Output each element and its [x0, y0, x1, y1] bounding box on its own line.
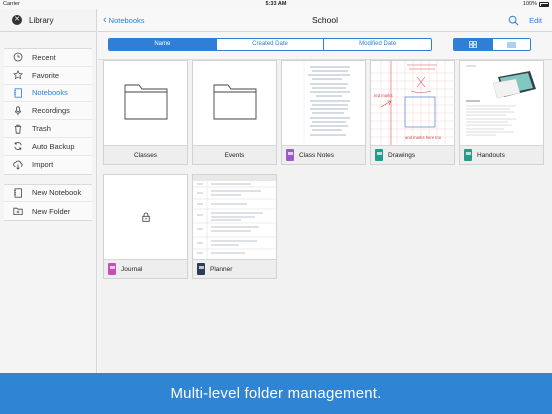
- notebook-cover-icon: [197, 263, 205, 275]
- item-caption: Events: [193, 145, 276, 164]
- star-icon: [13, 70, 23, 80]
- clock-icon: [13, 52, 23, 62]
- grid-view-icon: [468, 41, 477, 48]
- sidebar: ✕ Library Recent Favorite Notebooks Reco…: [0, 9, 97, 373]
- folder-thumbnail: [104, 61, 187, 145]
- drawing-note-left: red marks: [374, 93, 393, 98]
- lock-icon: [142, 212, 150, 222]
- item-label: Handouts: [477, 151, 505, 159]
- sidebar-item-recordings[interactable]: Recordings: [4, 102, 92, 121]
- item-caption: Classes: [104, 145, 187, 164]
- item-caption: Drawings: [371, 145, 454, 164]
- library-menu: Recent Favorite Notebooks Recordings Tra…: [4, 48, 92, 175]
- notebook-cover-icon: [108, 263, 116, 275]
- new-folder-button[interactable]: New Folder: [4, 202, 92, 220]
- notebook-class-notes[interactable]: Class Notes: [281, 60, 366, 165]
- notebook-planner[interactable]: Planner: [192, 174, 277, 279]
- sidebar-item-label: Notebooks: [32, 88, 68, 98]
- item-caption: Planner: [193, 259, 276, 278]
- handwritten-page-thumbnail: [282, 61, 365, 145]
- sidebar-item-label: Favorite: [32, 70, 60, 80]
- nav-bar: ‹ Notebooks School Edit: [98, 9, 552, 32]
- folder-thumbnail: [193, 61, 276, 145]
- microphone-icon: [13, 106, 23, 116]
- list-view-icon: [506, 42, 516, 47]
- sidebar-item-import[interactable]: Import: [4, 156, 92, 174]
- locked-page-thumbnail: [104, 175, 187, 259]
- sort-by-created-tab[interactable]: Created Date: [216, 39, 325, 50]
- notebook-grid: Classes Events Class Notes red marks and…: [103, 60, 552, 280]
- drawing-note-bottom: and marks here too: [405, 135, 442, 140]
- drawing-page-thumbnail: red marks and marks here too: [371, 61, 454, 145]
- library-header[interactable]: ✕ Library: [0, 9, 96, 32]
- item-label: Planner: [210, 265, 233, 273]
- item-label: Events: [224, 151, 245, 159]
- ipad-illustration: [492, 71, 536, 99]
- clock-label: 5:33 AM: [265, 1, 287, 7]
- item-label: Journal: [121, 265, 143, 273]
- sort-by-modified-tab[interactable]: Modified Date: [324, 39, 431, 50]
- planner-preview: [193, 175, 276, 259]
- create-menu: New Notebook New Folder: [4, 183, 92, 222]
- page-title: School: [312, 15, 338, 25]
- notebook-icon: [13, 88, 23, 98]
- folder-classes[interactable]: Classes: [103, 60, 188, 165]
- new-notebook-label: New Notebook: [32, 188, 82, 198]
- sort-segmented-control: Name Created Date Modified Date: [108, 38, 432, 51]
- drawing-preview: red marks and marks here too: [371, 61, 454, 145]
- list-view-button[interactable]: [491, 39, 530, 50]
- notebook-cover-icon: [464, 149, 472, 161]
- notebook-handouts[interactable]: Handouts: [459, 60, 544, 165]
- notebook-cover-icon: [286, 149, 294, 161]
- item-label: Drawings: [388, 151, 416, 159]
- trash-icon: [13, 124, 23, 134]
- new-folder-label: New Folder: [32, 206, 71, 216]
- new-folder-icon: [13, 206, 23, 216]
- folder-icon: [213, 84, 257, 120]
- sort-by-name-tab[interactable]: Name: [109, 39, 217, 50]
- folder-events[interactable]: Events: [192, 60, 277, 165]
- close-icon[interactable]: ✕: [12, 15, 22, 25]
- sidebar-item-label: Auto Backup: [32, 141, 75, 151]
- new-notebook-button[interactable]: New Notebook: [4, 185, 92, 203]
- library-title: Library: [29, 15, 54, 25]
- search-icon[interactable]: [508, 15, 519, 26]
- document-page-thumbnail: [460, 61, 543, 145]
- item-caption: Handouts: [460, 145, 543, 164]
- sidebar-item-label: Trash: [32, 124, 51, 134]
- sidebar-item-label: Recent: [32, 52, 56, 62]
- grid-view-button[interactable]: [454, 39, 492, 50]
- status-bar: Carrier 5:33 AM 100%: [0, 0, 552, 9]
- sort-toolbar: Name Created Date Modified Date: [98, 32, 552, 60]
- battery-percent: 100%: [522, 1, 537, 7]
- sidebar-item-label: Import: [32, 160, 54, 170]
- new-notebook-icon: [13, 188, 23, 198]
- item-caption: Journal: [104, 259, 187, 278]
- view-mode-toggle: [453, 38, 531, 51]
- planner-page-thumbnail: [193, 175, 276, 259]
- sidebar-item-label: Recordings: [32, 106, 70, 116]
- document-preview: [466, 65, 536, 136]
- edit-button[interactable]: Edit: [529, 9, 542, 32]
- promo-banner: Multi-level folder management.: [0, 373, 552, 414]
- folder-icon: [124, 84, 168, 120]
- notebook-journal[interactable]: Journal: [103, 174, 188, 279]
- sidebar-item-auto-backup[interactable]: Auto Backup: [4, 138, 92, 156]
- item-caption: Class Notes: [282, 145, 365, 164]
- handwriting-preview: [303, 61, 350, 145]
- battery-indicator: 100%: [523, 0, 549, 9]
- sidebar-item-notebooks[interactable]: Notebooks: [4, 85, 92, 103]
- battery-icon: [539, 2, 549, 7]
- item-label: Classes: [133, 151, 158, 159]
- item-label: Class Notes: [299, 151, 335, 159]
- notebook-cover-icon: [375, 149, 383, 161]
- sidebar-item-recent[interactable]: Recent: [4, 49, 92, 67]
- notebook-drawings[interactable]: red marks and marks here too Drawings: [370, 60, 455, 165]
- sidebar-item-trash[interactable]: Trash: [4, 120, 92, 138]
- cloud-download-icon: [13, 160, 23, 170]
- sync-icon: [13, 141, 23, 151]
- sidebar-item-favorite[interactable]: Favorite: [4, 67, 92, 85]
